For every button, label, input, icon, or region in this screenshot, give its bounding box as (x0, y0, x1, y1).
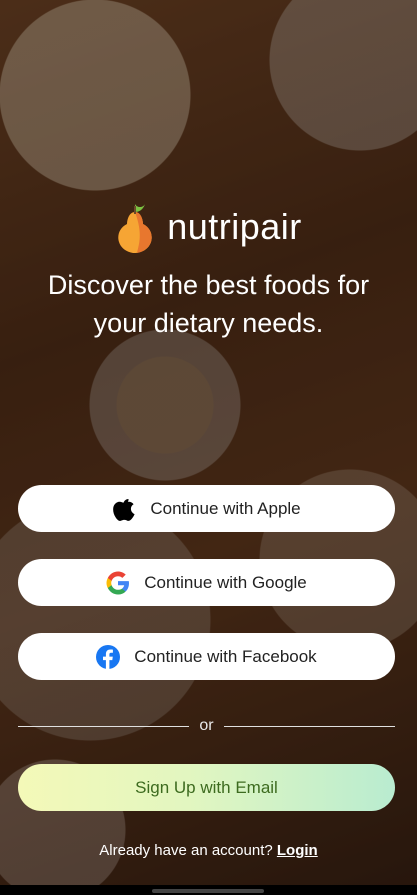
signup-button-label: Sign Up with Email (135, 777, 278, 797)
login-screen: nutripair Discover the best foods for yo… (0, 0, 417, 895)
sign-up-with-email-button[interactable]: Sign Up with Email (18, 764, 395, 811)
divider-line-right (223, 725, 396, 727)
tagline: Discover the best foods for your dietary… (47, 270, 370, 338)
pear-logo-icon (115, 200, 155, 254)
google-icon (106, 571, 130, 595)
login-prompt-text: Already have an account? (99, 842, 273, 859)
system-nav-bar (0, 885, 417, 895)
divider-text: or (199, 717, 214, 734)
login-prompt-row: Already have an account? Login (0, 842, 417, 859)
continue-with-apple-button[interactable]: Continue with Apple (18, 485, 395, 532)
brand-header: nutripair (0, 200, 417, 254)
background-overlay (0, 0, 417, 895)
facebook-button-label: Continue with Facebook (134, 646, 317, 666)
divider-line-left (18, 725, 190, 727)
apple-icon (112, 497, 136, 521)
brand-name: nutripair (167, 206, 302, 247)
continue-with-google-button[interactable]: Continue with Google (18, 559, 395, 606)
home-indicator[interactable] (152, 889, 264, 893)
google-button-label: Continue with Google (144, 572, 307, 592)
apple-button-label: Continue with Apple (150, 498, 301, 518)
continue-with-facebook-button[interactable]: Continue with Facebook (18, 633, 395, 680)
facebook-icon (96, 644, 121, 669)
login-link[interactable]: Login (277, 842, 318, 859)
or-divider: or (18, 716, 396, 736)
